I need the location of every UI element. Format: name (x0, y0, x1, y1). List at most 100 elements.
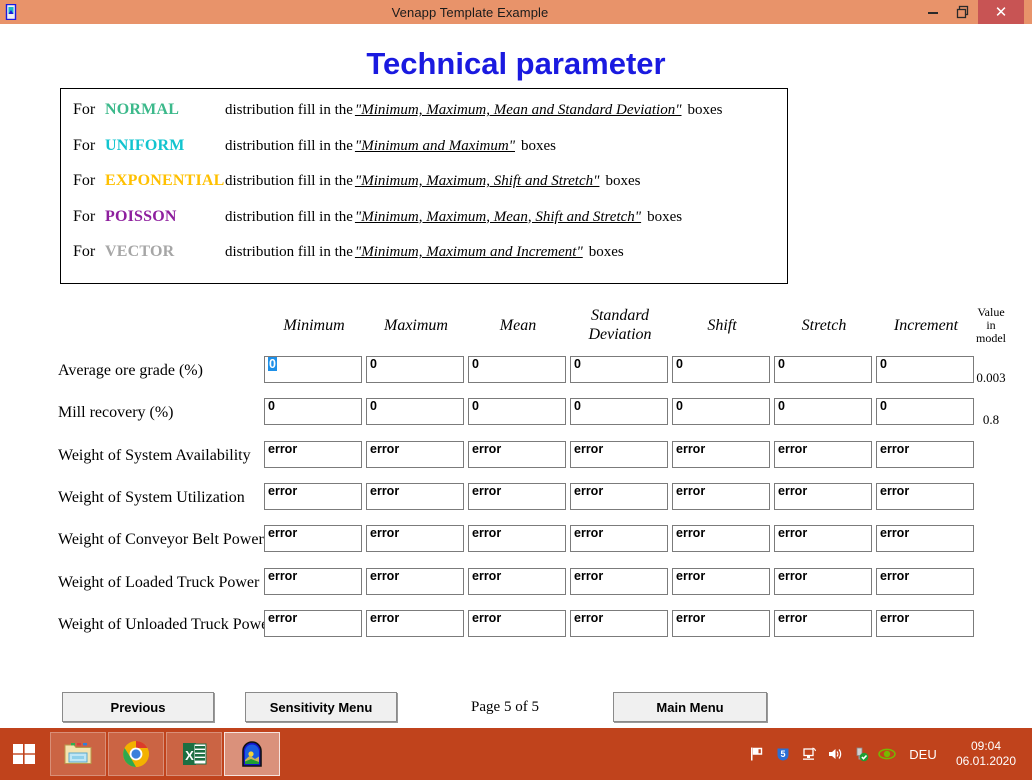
input-stretch-row-3[interactable]: error (774, 440, 872, 468)
close-icon: ✕ (994, 4, 1008, 21)
file-explorer-icon (64, 743, 92, 764)
input-stretch-row-5[interactable]: error (774, 525, 872, 553)
input-minimum-row-5[interactable]: error (264, 525, 362, 553)
input-increment-row-5[interactable]: error (876, 525, 974, 553)
input-minimum-row-1[interactable]: 0 (264, 356, 362, 383)
input-increment-row-6[interactable]: error (876, 567, 974, 595)
application-page: Technical parameter For NORMAL distributio… (0, 24, 1032, 728)
input-stretch-row-2[interactable]: 0 (774, 398, 872, 426)
input-mean-row-1[interactable]: 0 (468, 356, 566, 383)
venapp-window-icon (242, 741, 262, 767)
input-standard-deviation-row-5[interactable]: error (570, 525, 668, 553)
svg-text:X: X (185, 748, 194, 763)
input-standard-deviation-row-2[interactable]: 0 (570, 398, 668, 426)
row-label: Weight of Conveyor Belt Power (58, 531, 264, 549)
sensitivity-menu-button[interactable]: Sensitivity Menu (245, 692, 397, 722)
input-standard-deviation-row-3[interactable]: error (570, 440, 668, 468)
nvidia-icon[interactable] (874, 728, 900, 780)
model-value: 0.003 (976, 370, 1006, 385)
system-tray: 5 DEU 09:04 06.01.2020 (744, 728, 1032, 780)
window-title: Venapp Template Example (391, 4, 549, 20)
main-menu-button[interactable]: Main Menu (613, 692, 767, 722)
input-minimum-row-4[interactable]: error (264, 482, 362, 510)
page-indicator: Page 5 of 5 (471, 698, 539, 715)
taskbar-item-chrome[interactable] (108, 732, 164, 776)
clock[interactable]: 09:04 06.01.2020 (946, 728, 1026, 780)
table-row: Mill recovery (%) 0 0 0 0 0 0 0 0.8 (0, 392, 1032, 434)
input-stretch-row-6[interactable]: error (774, 567, 872, 595)
windows-start-icon[interactable] (0, 728, 48, 780)
app-window-icon (0, 0, 22, 24)
volume-icon[interactable] (822, 728, 848, 780)
selected-value-text: 0 (268, 357, 277, 371)
titlebar-right-spacer (1024, 0, 1032, 24)
footer-navigation: Previous Sensitivity Menu Page 5 of 5 Ma… (0, 692, 1032, 732)
input-maximum-row-1[interactable]: 0 (366, 356, 464, 383)
close-button[interactable]: ✕ (978, 0, 1024, 24)
row-label: Weight of System Availability (58, 446, 251, 464)
table-row: Weight of System Availability error error e… (0, 435, 1032, 477)
input-minimum-row-6[interactable]: error (264, 567, 362, 595)
usb-safely-remove-icon[interactable] (848, 728, 874, 780)
input-minimum-row-2[interactable]: 0 (264, 398, 362, 426)
input-shift-row-2[interactable]: 0 (672, 398, 770, 426)
input-shift-row-5[interactable]: error (672, 525, 770, 553)
row-label: Weight of Unloaded Truck Power (58, 615, 274, 633)
taskbar-item-excel[interactable]: X (166, 732, 222, 776)
minimize-button[interactable] (918, 0, 948, 24)
svg-text:5: 5 (780, 749, 785, 759)
input-minimum-row-3[interactable]: error (264, 440, 362, 468)
table-row: Weight of Loaded Truck Power error error er… (0, 562, 1032, 604)
input-stretch-row-7[interactable]: error (774, 609, 872, 637)
input-maximum-row-4[interactable]: error (366, 482, 464, 510)
action-center-flag-icon[interactable] (744, 728, 770, 780)
taskbar-item-venapp[interactable] (224, 732, 280, 776)
table-row: Weight of Unloaded Truck Power error error… (0, 604, 1032, 646)
table-row: Weight of Conveyor Belt Power error error e… (0, 519, 1032, 561)
row-label: Weight of System Utilization (58, 488, 245, 506)
input-mean-row-7[interactable]: error (468, 609, 566, 637)
row-label: Mill recovery (%) (58, 404, 174, 422)
row-label: Weight of Loaded Truck Power (58, 573, 260, 591)
input-mean-row-5[interactable]: error (468, 525, 566, 553)
language-indicator[interactable]: DEU (900, 728, 946, 780)
excel-icon: X (183, 743, 207, 765)
input-mean-row-2[interactable]: 0 (468, 398, 566, 426)
input-mean-row-6[interactable]: error (468, 567, 566, 595)
input-mean-row-4[interactable]: error (468, 482, 566, 510)
chrome-icon (123, 741, 149, 767)
table-row: Average ore grade (%) 0 0 0 0 0 0 0 0.003 (0, 350, 1032, 392)
restore-button[interactable] (948, 0, 978, 24)
input-shift-row-4[interactable]: error (672, 482, 770, 510)
input-standard-deviation-row-7[interactable]: error (570, 609, 668, 637)
row-label: Average ore grade (%) (58, 362, 203, 379)
input-maximum-row-5[interactable]: error (366, 525, 464, 553)
input-standard-deviation-row-4[interactable]: error (570, 482, 668, 510)
input-shift-row-7[interactable]: error (672, 609, 770, 637)
window-titlebar[interactable]: Venapp Template Example ✕ (0, 0, 1032, 24)
network-icon[interactable] (796, 728, 822, 780)
taskbar-item-file-explorer[interactable] (50, 732, 106, 776)
input-shift-row-1[interactable]: 0 (672, 356, 770, 383)
input-mean-row-3[interactable]: error (468, 440, 566, 468)
input-increment-row-3[interactable]: error (876, 440, 974, 468)
input-increment-row-4[interactable]: error (876, 482, 974, 510)
input-maximum-row-2[interactable]: 0 (366, 398, 464, 426)
input-maximum-row-7[interactable]: error (366, 609, 464, 637)
parameters-table: Average ore grade (%) 0 0 0 0 0 0 0 0.003 Mill re… (0, 24, 1032, 728)
input-increment-row-7[interactable]: error (876, 609, 974, 637)
input-stretch-row-1[interactable]: 0 (774, 356, 872, 383)
previous-button[interactable]: Previous (62, 692, 214, 722)
taskbar-spacer (280, 728, 744, 780)
input-minimum-row-7[interactable]: error (264, 609, 362, 637)
input-standard-deviation-row-1[interactable]: 0 (570, 356, 668, 383)
input-stretch-row-4[interactable]: error (774, 482, 872, 510)
input-shift-row-3[interactable]: error (672, 440, 770, 468)
input-shift-row-6[interactable]: error (672, 567, 770, 595)
input-standard-deviation-row-6[interactable]: error (570, 567, 668, 595)
input-maximum-row-6[interactable]: error (366, 567, 464, 595)
model-value: 0.8 (982, 412, 1000, 428)
clock-date: 06.01.2020 (955, 754, 1017, 768)
security-shield-icon[interactable]: 5 (770, 728, 796, 780)
input-maximum-row-3[interactable]: error (366, 440, 464, 468)
